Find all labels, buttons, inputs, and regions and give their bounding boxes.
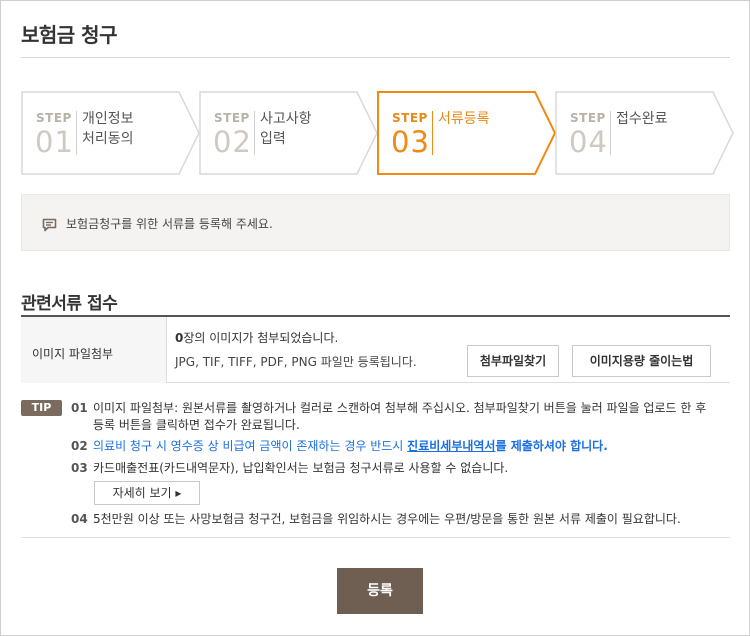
tip-3-number: 03	[71, 461, 88, 475]
tip-2-text-a: 의료비 청구 시 영수증 상 비급여 금액이 존재하는 경우 반드시	[93, 439, 408, 453]
submit-button[interactable]: 등록	[337, 568, 423, 614]
tip-badge: TIP	[21, 400, 62, 416]
tip-1-text: 이미지 파일첨부: 원본서류를 촬영하거나 컬러로 스캔하여 첨부해 주십시오.…	[93, 401, 707, 432]
step-3-kicker: STEP	[392, 111, 428, 125]
upload-label-cell: 이미지 파일첨부	[21, 317, 167, 383]
step-3-number: 03	[391, 125, 430, 159]
step-3: STEP 03 서류등록	[377, 91, 557, 175]
medical-detail-statement-link[interactable]: 진료비세부내역서	[407, 439, 495, 453]
attached-count-suffix: 장의 이미지가 첨부되었습니다.	[183, 331, 339, 345]
step-4-number: 04	[569, 125, 608, 159]
step-4-label: 접수완료	[616, 111, 668, 127]
speech-bubble-icon	[42, 217, 57, 236]
tip-1-number: 01	[71, 401, 88, 415]
step-1: STEP 01 개인정보 처리동의	[21, 91, 200, 175]
tip-4-number: 04	[71, 512, 88, 526]
bottom-divider	[21, 537, 730, 538]
step-4: STEP 04 접수완료	[555, 91, 734, 175]
step-1-divider	[76, 111, 77, 155]
upload-table: 이미지 파일첨부 0장의 이미지가 첨부되었습니다. JPG, TIF, TIF…	[21, 315, 730, 383]
step-2-kicker: STEP	[214, 111, 250, 125]
view-details-button[interactable]: 자세히 보기 ▸	[94, 481, 200, 505]
upload-label: 이미지 파일첨부	[32, 347, 114, 361]
step-2-label: 사고사항 입력	[260, 111, 312, 147]
step-3-divider	[432, 111, 433, 155]
page-frame: 보험금 청구 STEP 01 개인정보 처리동의 STEP 02 사고사항 입력	[0, 0, 750, 636]
reduce-image-size-button[interactable]: 이미지용량 줄이는법	[572, 345, 711, 377]
tip-2-text: 의료비 청구 시 영수증 상 비급여 금액이 존재하는 경우 반드시 진료비세부…	[93, 438, 713, 455]
title-divider	[21, 57, 730, 58]
step-2-number: 02	[213, 125, 252, 159]
tip-4-text: 5천만원 이상 또는 사망보험금 청구건, 보험금을 위임하시는 경우에는 우편…	[93, 512, 681, 526]
notice-box: 보험금청구를 위한 서류를 등록해 주세요.	[21, 194, 730, 251]
step-3-label: 서류등록	[438, 111, 490, 127]
step-2-divider	[254, 111, 255, 155]
step-4-divider	[610, 111, 611, 155]
attached-count-text: 0장의 이미지가 첨부되었습니다.	[175, 329, 338, 346]
allowed-formats-text: JPG, TIF, TIFF, PDF, PNG 파일만 등록됩니다.	[175, 355, 417, 369]
tip-2-number: 02	[71, 439, 88, 453]
step-2: STEP 02 사고사항 입력	[199, 91, 378, 175]
step-indicator: STEP 01 개인정보 처리동의 STEP 02 사고사항 입력 STEP 0…	[21, 91, 741, 175]
section-title: 관련서류 접수	[21, 294, 118, 314]
step-1-number: 01	[35, 125, 74, 159]
step-1-label: 개인정보 처리동의	[82, 111, 134, 147]
tip-3-text: 카드매출전표(카드내역문자), 납입확인서는 보험금 청구서류로 사용할 수 없…	[93, 461, 509, 475]
page-title: 보험금 청구	[21, 23, 117, 47]
notice-text: 보험금청구를 위한 서류를 등록해 주세요.	[66, 217, 273, 231]
find-file-button[interactable]: 첨부파일찾기	[467, 345, 559, 377]
step-4-kicker: STEP	[570, 111, 606, 125]
step-1-kicker: STEP	[36, 111, 72, 125]
tip-2-text-b: 를 제출하셔야 합니다.	[495, 439, 608, 453]
